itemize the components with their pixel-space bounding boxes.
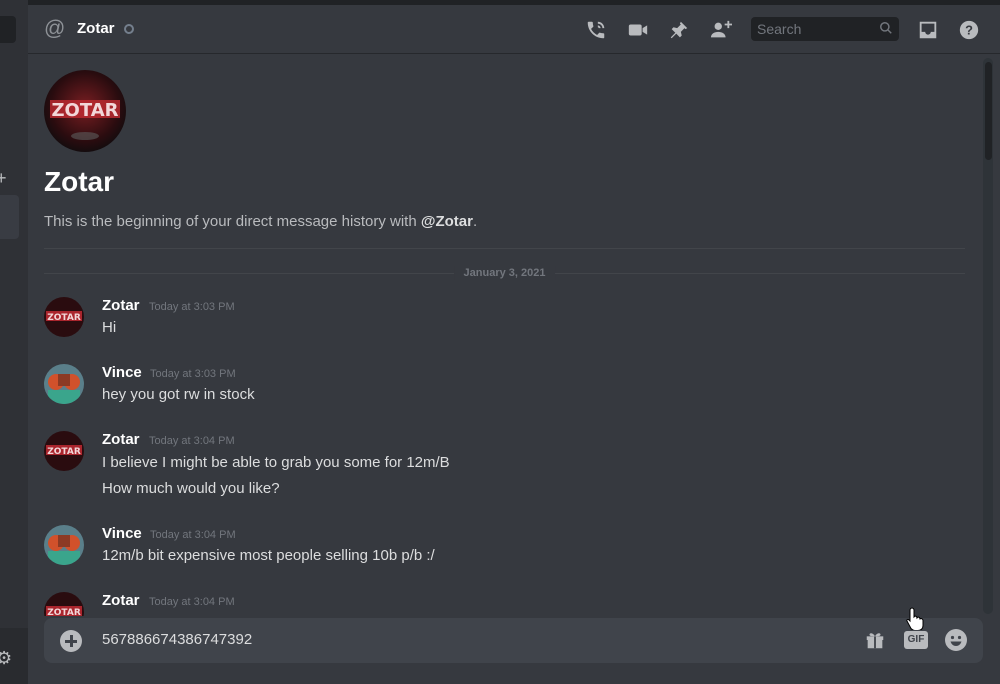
scrollbar-thumb[interactable] <box>985 62 992 160</box>
dm-sidebar-edge: + ⚙ <box>0 0 28 684</box>
svg-text:ZOTAR: ZOTAR <box>47 313 81 323</box>
message-text: hey you got rw in stock <box>102 386 255 403</box>
search-placeholder: Search <box>757 21 802 37</box>
avatar[interactable] <box>44 364 84 404</box>
message-text: Hi <box>102 319 117 336</box>
date-divider: January 3, 2021 <box>44 266 965 280</box>
svg-text:ZOTAR: ZOTAR <box>51 100 118 121</box>
avatar[interactable]: ZOTAR <box>44 592 84 616</box>
message-timestamp: Today at 3:04 PM <box>150 529 236 541</box>
add-friend-icon[interactable] <box>708 17 734 43</box>
channel-name: Zotar <box>77 20 115 37</box>
mouse-pointer-icon <box>906 606 924 635</box>
svg-text:ZOTAR: ZOTAR <box>47 608 81 616</box>
help-icon[interactable]: ? <box>956 17 982 43</box>
message-text: How much would you like? <box>102 480 280 497</box>
svg-text:ZOTAR: ZOTAR <box>47 447 81 457</box>
search-icon <box>879 21 893 40</box>
emoji-icon[interactable] <box>944 628 968 657</box>
avatar[interactable] <box>44 525 84 565</box>
welcome-description: This is the beginning of your direct mes… <box>44 212 477 232</box>
welcome-title: Zotar <box>44 166 114 197</box>
avatar[interactable]: ZOTAR <box>44 431 84 471</box>
search-input[interactable]: Search <box>751 17 899 41</box>
pin-icon[interactable] <box>666 17 692 43</box>
welcome-description-suffix: . <box>473 213 478 230</box>
welcome-handle: @Zotar <box>420 213 473 230</box>
channel-header: @ Zotar Search ? <box>28 5 1000 54</box>
message-author[interactable]: Zotar <box>102 297 140 315</box>
create-dm-icon[interactable]: + <box>0 168 7 188</box>
svg-text:?: ? <box>965 23 973 38</box>
welcome-description-prefix: This is the beginning of your direct mes… <box>44 213 421 230</box>
video-call-icon[interactable] <box>625 17 651 43</box>
inbox-icon[interactable] <box>915 17 941 43</box>
message-input[interactable]: 567886674386747392 <box>102 630 252 650</box>
message-text: I believe I might be able to grab you so… <box>102 454 450 471</box>
message-author[interactable]: Vince <box>102 525 142 543</box>
message-author[interactable]: Vince <box>102 364 142 382</box>
chat-area: @ Zotar Search ? ZOTAR Zotar This is the… <box>28 0 1000 684</box>
status-offline-icon <box>124 24 134 34</box>
discord-window: + ⚙ @ Zotar Search ? ZOTAR Zotar This is… <box>0 0 1000 684</box>
message-group[interactable]: ZOTAR Zotar Today at 3:04 PM <box>44 592 944 616</box>
gift-icon[interactable] <box>863 629 887 656</box>
message-timestamp: Today at 3:03 PM <box>150 368 236 380</box>
date-divider-label: January 3, 2021 <box>453 266 556 280</box>
message-composer[interactable]: 567886674386747392 GIF <box>44 618 983 663</box>
message-timestamp: Today at 3:03 PM <box>149 301 235 313</box>
message-timestamp: Today at 3:04 PM <box>149 596 235 608</box>
message-timestamp: Today at 3:04 PM <box>149 435 235 447</box>
message-author[interactable]: Zotar <box>102 592 140 610</box>
selected-dm-item[interactable] <box>0 195 19 239</box>
welcome-avatar: ZOTAR <box>44 70 126 152</box>
at-icon: @ <box>44 17 66 40</box>
message-text: 12m/b bit expensive most people selling … <box>102 547 435 564</box>
avatar[interactable]: ZOTAR <box>44 297 84 337</box>
settings-gear-icon[interactable]: ⚙ <box>0 648 12 669</box>
message-author[interactable]: Zotar <box>102 431 140 449</box>
voice-call-icon[interactable] <box>583 17 609 43</box>
find-conversation-box[interactable] <box>0 16 16 43</box>
upload-plus-icon[interactable] <box>60 630 82 652</box>
welcome-divider <box>44 248 965 249</box>
